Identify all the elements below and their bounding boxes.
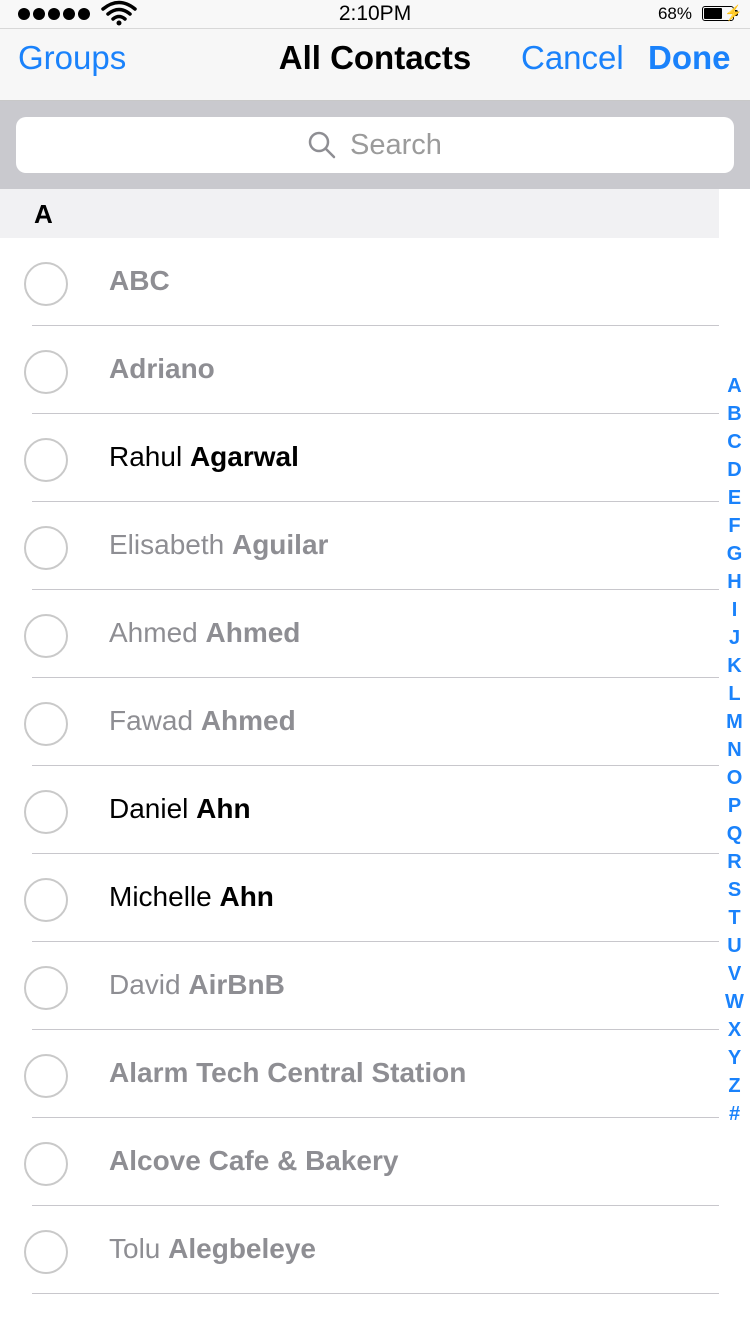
done-button[interactable]: Done: [648, 39, 731, 77]
contact-name: Elisabeth Aguilar: [109, 529, 328, 561]
index-letter[interactable]: P: [728, 792, 741, 820]
contact-last-name: ABC: [109, 265, 170, 296]
contact-row[interactable]: Daniel Ahn: [0, 766, 719, 854]
contact-name: Tolu Alegbeleye: [109, 1233, 316, 1265]
search-input[interactable]: Search: [16, 117, 734, 173]
index-letter[interactable]: H: [727, 568, 741, 596]
contact-first-name: Michelle: [109, 881, 212, 912]
index-letter[interactable]: T: [728, 904, 740, 932]
search-icon: [308, 131, 336, 159]
selection-circle-icon[interactable]: [24, 702, 68, 746]
contact-row[interactable]: Alarm Tech Central Station: [0, 1030, 719, 1118]
contact-last-name: Ahmed: [205, 617, 301, 648]
contact-last-name: Alegbeleye: [168, 1233, 317, 1264]
index-letter[interactable]: V: [728, 960, 741, 988]
selection-circle-icon[interactable]: [24, 878, 68, 922]
index-letter[interactable]: S: [728, 876, 741, 904]
selection-circle-icon[interactable]: [24, 1054, 68, 1098]
index-letter[interactable]: N: [727, 736, 741, 764]
search-placeholder: Search: [350, 128, 442, 161]
contact-first-name: Daniel: [109, 793, 189, 824]
contact-row[interactable]: Michelle Ahn: [0, 854, 719, 942]
status-time: 2:10PM: [338, 2, 412, 25]
contact-name: Ahmed Ahmed: [109, 617, 300, 649]
index-letter[interactable]: U: [727, 932, 741, 960]
cancel-button[interactable]: Cancel: [521, 39, 624, 77]
contact-row[interactable]: Rahul Agarwal: [0, 414, 719, 502]
battery-percentage: 68%: [657, 4, 692, 23]
selection-circle-icon[interactable]: [24, 438, 68, 482]
contact-last-name: Aguilar: [231, 529, 329, 560]
contact-name: David AirBnB: [109, 969, 285, 1001]
index-letter[interactable]: E: [728, 484, 741, 512]
contact-first-name: Rahul: [109, 441, 183, 472]
selection-circle-icon[interactable]: [24, 350, 68, 394]
contact-name: Alcove Cafe & Bakery: [109, 1145, 398, 1177]
contact-name: Michelle Ahn: [109, 881, 274, 913]
index-letter[interactable]: G: [727, 540, 743, 568]
index-letter[interactable]: Y: [728, 1044, 741, 1072]
index-letter[interactable]: A: [727, 372, 741, 400]
contact-first-name: Fawad: [109, 705, 194, 736]
contact-first-name: Ahmed: [109, 617, 198, 648]
index-letter[interactable]: R: [727, 848, 741, 876]
search-bar: Search: [0, 101, 750, 189]
contact-row[interactable]: Adriano: [0, 326, 719, 414]
index-letter[interactable]: I: [732, 596, 738, 624]
contact-last-name: Ahmed: [200, 705, 296, 736]
contact-name: Alarm Tech Central Station: [109, 1057, 466, 1089]
contact-row[interactable]: Fawad Ahmed: [0, 678, 719, 766]
contact-name: Fawad Ahmed: [109, 705, 296, 737]
index-letter[interactable]: B: [727, 400, 741, 428]
index-letter[interactable]: W: [725, 988, 744, 1016]
index-letter[interactable]: #: [729, 1100, 740, 1128]
contact-last-name: Ahn: [196, 793, 251, 824]
contact-name: Daniel Ahn: [109, 793, 251, 825]
index-letter[interactable]: O: [727, 764, 743, 792]
section-header: A: [0, 189, 719, 238]
index-letter[interactable]: K: [727, 652, 741, 680]
index-letter[interactable]: F: [728, 512, 740, 540]
contact-list: ABC Adriano Rahul Agarwal Elisabeth Aguilar…: [0, 238, 719, 1294]
contact-last-name: Agarwal: [189, 441, 299, 472]
index-letter[interactable]: L: [728, 680, 740, 708]
contact-row[interactable]: Ahmed Ahmed: [0, 590, 719, 678]
contact-first-name: Elisabeth: [109, 529, 225, 560]
contact-row[interactable]: Elisabeth Aguilar: [0, 502, 719, 590]
selection-circle-icon[interactable]: [24, 1142, 68, 1186]
contact-first-name: David: [109, 969, 181, 1000]
section-index[interactable]: A B C D E F G H I J K L M N O P Q R S T U V W X Y Z #: [719, 372, 750, 1128]
index-letter[interactable]: Q: [727, 820, 743, 848]
contact-last-name: Adriano: [109, 353, 215, 384]
selection-circle-icon[interactable]: [24, 790, 68, 834]
contact-name: Adriano: [109, 353, 215, 385]
selection-circle-icon[interactable]: [24, 966, 68, 1010]
contact-name: Rahul Agarwal: [109, 441, 299, 473]
contact-row[interactable]: ABC: [0, 238, 719, 326]
index-letter[interactable]: J: [729, 624, 740, 652]
contact-row[interactable]: David AirBnB: [0, 942, 719, 1030]
contact-last-name: Alcove Cafe & Bakery: [109, 1145, 399, 1176]
selection-circle-icon[interactable]: [24, 262, 68, 306]
contact-first-name: Tolu: [109, 1233, 161, 1264]
index-letter[interactable]: X: [728, 1016, 741, 1044]
selection-circle-icon[interactable]: [24, 526, 68, 570]
status-bar: 2:10PM 68% ⚡: [0, 0, 750, 28]
groups-button[interactable]: Groups: [18, 39, 126, 77]
index-letter[interactable]: M: [726, 708, 743, 736]
selection-circle-icon[interactable]: [24, 614, 68, 658]
navigation-bar: Groups All Contacts Cancel Done: [0, 28, 750, 101]
contact-last-name: AirBnB: [188, 969, 285, 1000]
index-letter[interactable]: Z: [728, 1072, 740, 1100]
contact-row[interactable]: Tolu Alegbeleye: [0, 1206, 719, 1294]
contact-last-name: Alarm Tech Central Station: [109, 1057, 467, 1088]
section-letter: A: [34, 199, 53, 229]
index-letter[interactable]: D: [727, 456, 741, 484]
contact-last-name: Ahn: [219, 881, 274, 912]
lightning-bolt-icon: ⚡: [724, 5, 743, 22]
index-letter[interactable]: C: [727, 428, 741, 456]
selection-circle-icon[interactable]: [24, 1230, 68, 1274]
contact-name: ABC: [109, 265, 170, 297]
contact-row[interactable]: Alcove Cafe & Bakery: [0, 1118, 719, 1206]
